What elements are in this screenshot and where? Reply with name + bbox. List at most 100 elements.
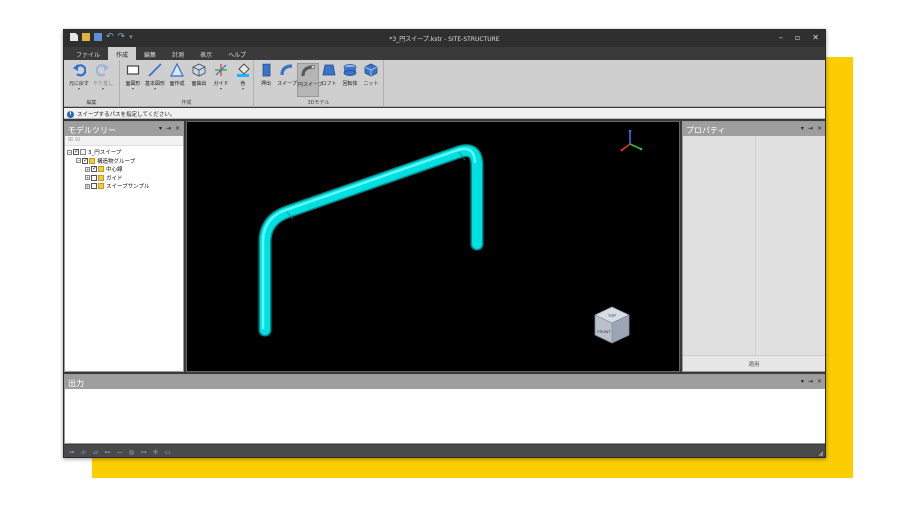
- prompt-bar: i スイープするパスを指定してください。: [64, 108, 825, 119]
- view-cube-icon[interactable]: TOP FRONT: [594, 306, 630, 344]
- panel-menu-icon[interactable]: ▾: [801, 125, 804, 132]
- sweep-button[interactable]: スイープ: [276, 63, 298, 97]
- panel-menu-icon[interactable]: ▾: [159, 125, 162, 132]
- properties-panel: プロパティ ▾ ⇥ × 適用: [682, 121, 825, 372]
- resize-grip-icon[interactable]: ◢: [818, 450, 823, 457]
- revolve-icon: [343, 64, 357, 76]
- expand-all-icon[interactable]: ⊞: [68, 136, 73, 143]
- chevron-down-icon: ▾: [219, 86, 222, 91]
- minimize-icon[interactable]: –: [779, 33, 783, 42]
- ribbon-group-create: 面図形 ▾ 基本図形 ▾ 面作成 面抽出 ガイド ▾ 色 ▾ 作成: [120, 60, 254, 107]
- collapse-icon[interactable]: −: [76, 158, 81, 164]
- expand-icon[interactable]: +: [85, 183, 90, 189]
- snap-tangent-icon[interactable]: ⊶: [139, 449, 148, 456]
- title-bar: ↶ ↷ ▾ *3_円スイープ.kstr - SITE-STRUCTURE – ▫…: [64, 30, 825, 47]
- pin-icon[interactable]: ⇥: [808, 378, 813, 385]
- tree-item[interactable]: − 3_円スイープ: [67, 148, 150, 157]
- circle-sweep-button[interactable]: 円スイープ: [297, 63, 323, 97]
- panel-controls: ▾ ⇥ ×: [159, 125, 180, 132]
- loft-button[interactable]: ロフト: [318, 63, 340, 97]
- extrude-button[interactable]: 押出: [255, 63, 277, 97]
- ribbon-group-label: 編集: [86, 100, 97, 106]
- snap-ortho-icon[interactable]: ▭: [163, 449, 172, 456]
- guide-icon: [215, 64, 227, 76]
- revolve-button[interactable]: 回転体: [339, 63, 361, 97]
- tree-item[interactable]: + 中心線: [67, 165, 150, 174]
- panel-controls: ▾ ⇥ ×: [801, 125, 822, 132]
- face-shape-button[interactable]: 面図形 ▾: [122, 63, 144, 97]
- visibility-checkbox[interactable]: [73, 148, 79, 156]
- panel-title: 出力: [68, 379, 84, 388]
- cube-icon: [192, 63, 206, 77]
- tree-item-label: 3_円スイープ: [88, 150, 122, 157]
- chevron-down-icon: ▾: [241, 86, 244, 91]
- close-icon[interactable]: ✕: [812, 33, 819, 42]
- close-icon[interactable]: ×: [817, 125, 822, 132]
- paint-bucket-icon: [237, 63, 250, 77]
- snap-center-icon[interactable]: ◎: [127, 449, 136, 456]
- prompt-text: スイープするパスを指定してください。: [77, 112, 176, 118]
- visibility-checkbox[interactable]: [91, 165, 97, 173]
- tab-file[interactable]: ファイル: [68, 47, 108, 60]
- panel-title: モデルツリー: [68, 126, 116, 135]
- close-icon[interactable]: ×: [175, 125, 180, 132]
- output-panel: 出力 ▾ ⇥ ×: [64, 374, 825, 444]
- tab-create[interactable]: 作成: [108, 47, 137, 60]
- ribbon-group-3dmodel: 押出 スイープ 円スイープ ロフト 回転体 ニット 3Dモデル: [254, 60, 384, 107]
- snap-grid-icon[interactable]: ✣: [151, 449, 160, 456]
- knit-icon: [364, 63, 378, 77]
- pin-icon[interactable]: ⇥: [166, 125, 171, 132]
- tab-help[interactable]: ヘルプ: [220, 47, 254, 60]
- snap-line-icon[interactable]: ⊷: [103, 449, 112, 456]
- snap-axis-icon[interactable]: —: [115, 449, 124, 456]
- redo-button[interactable]: やり直し ▾: [92, 63, 114, 97]
- expand-icon[interactable]: +: [85, 166, 90, 172]
- expand-icon[interactable]: +: [85, 175, 90, 181]
- redo-icon: [96, 64, 109, 77]
- tab-edit[interactable]: 編集: [136, 47, 164, 60]
- tree-item[interactable]: + ガイド: [67, 174, 150, 183]
- collapse-icon[interactable]: −: [67, 149, 72, 155]
- window-controls: – ▫ ✕: [779, 33, 819, 42]
- color-button[interactable]: 色 ▾: [232, 63, 254, 97]
- basic-shape-button[interactable]: 基本図形 ▾: [144, 63, 166, 97]
- extract-face-button[interactable]: 面抽出: [188, 63, 210, 97]
- column-divider[interactable]: [755, 136, 756, 356]
- tree-item[interactable]: − 構造物グループ: [67, 157, 150, 166]
- maximize-icon[interactable]: ▫: [795, 33, 800, 42]
- tree-item-label: スイープサンプル: [106, 184, 150, 191]
- status-bar: ⊸ ⊹ ▱ ⊷ — ◎ ⊶ ✣ ▭ ◢: [64, 445, 825, 457]
- pin-icon[interactable]: ⇥: [808, 125, 813, 132]
- panel-header: プロパティ ▾ ⇥ ×: [683, 122, 825, 136]
- undo-button[interactable]: 元に戻す ▾: [68, 63, 90, 97]
- create-face-button[interactable]: 面作成: [166, 63, 188, 97]
- chevron-down-icon: ▾: [77, 86, 80, 91]
- visibility-checkbox[interactable]: [91, 183, 97, 190]
- tab-view[interactable]: 表示: [192, 47, 220, 60]
- file-icon: [80, 149, 86, 156]
- tree-item-label: 中心線: [106, 167, 123, 174]
- loft-icon: [322, 64, 336, 76]
- chevron-down-icon: ▾: [131, 86, 134, 91]
- snap-face-icon[interactable]: ▱: [91, 449, 100, 456]
- swept-pipe[interactable]: [258, 144, 484, 337]
- visibility-checkbox[interactable]: [82, 157, 88, 164]
- collapse-all-icon[interactable]: ⊟: [75, 136, 80, 143]
- tab-measure[interactable]: 計測: [164, 47, 192, 60]
- panel-header: モデルツリー ▾ ⇥ ×: [65, 122, 183, 136]
- apply-button[interactable]: 適用: [683, 355, 825, 371]
- viewport-canvas[interactable]: TOP FRONT: [187, 122, 681, 373]
- guide-button[interactable]: ガイド ▾: [210, 63, 232, 97]
- snap-midpoint-icon[interactable]: ⊹: [79, 449, 88, 456]
- properties-grid: [683, 136, 825, 356]
- snap-endpoint-icon[interactable]: ⊸: [67, 449, 76, 456]
- sweep-icon: [280, 64, 293, 76]
- knit-button[interactable]: ニット: [360, 63, 382, 97]
- tree-item[interactable]: + スイープサンプル: [67, 182, 150, 191]
- 3d-viewport[interactable]: TOP FRONT: [186, 121, 680, 372]
- visibility-checkbox[interactable]: [91, 174, 97, 181]
- close-icon[interactable]: ×: [817, 378, 822, 385]
- panel-menu-icon[interactable]: ▾: [801, 378, 804, 385]
- view-cube-front-label: FRONT: [597, 329, 611, 334]
- app-window: ↶ ↷ ▾ *3_円スイープ.kstr - SITE-STRUCTURE – ▫…: [63, 29, 826, 458]
